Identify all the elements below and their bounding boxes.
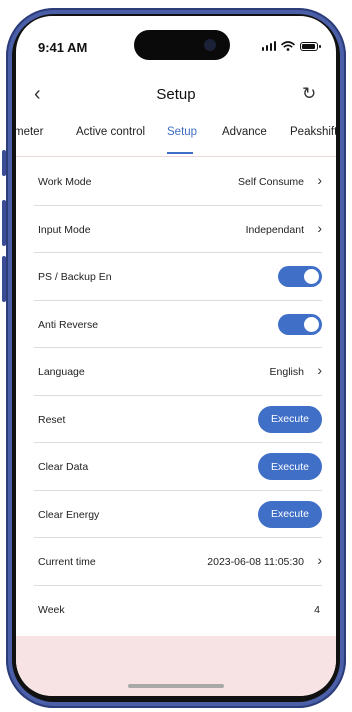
setting-label: Work Mode [38,176,92,188]
setting-value: English [269,366,304,378]
setting-label: Week [38,603,65,616]
navigation-bar: ‹ Setup ↻ [16,74,336,114]
setting-label: Clear Energy [38,508,100,521]
battery-icon [300,42,321,51]
side-button-volume-up [2,200,6,246]
tab-meter[interactable]: meter [16,126,43,138]
dynamic-island [134,30,230,60]
side-button-volume-down [2,256,6,302]
chevron-right-icon: › [317,362,322,378]
setting-label: Reset [38,413,66,426]
setting-row-clear-data: Clear Data Execute [16,443,336,491]
tab-setup[interactable]: Setup [167,126,197,138]
tab-bar: meter Active control Setup Advance Peaks… [16,114,336,157]
refresh-icon[interactable]: ↻ [302,84,322,104]
setting-value: 2023-06-08 11:05:30 [207,556,304,568]
tab-active-control[interactable]: Active control [76,126,145,138]
toggle-knob [304,316,319,332]
setting-label: Clear Data [38,461,89,473]
setting-row-language[interactable]: Language English › [16,348,336,396]
chevron-right-icon: › [317,552,322,568]
setting-row-anti-reverse: Anti Reverse [16,301,336,349]
tab-peakshift[interactable]: Peakshift [290,126,336,138]
setting-row-work-mode[interactable]: Work Mode Self Consume › [16,158,336,206]
anti-reverse-toggle[interactable] [278,313,322,335]
setting-row-input-mode[interactable]: Input Mode Independant › [16,206,336,254]
setting-row-current-time[interactable]: Current time 2023-06-08 11:05:30 › [16,538,336,586]
reset-execute-button[interactable]: Execute [258,405,322,433]
wifi-icon [281,41,295,51]
setting-label: Current time [38,556,96,568]
page-title: Setup [156,86,196,103]
settings-list: Work Mode Self Consume › Input Mode Inde… [16,158,336,633]
chevron-right-icon: › [317,219,322,236]
setting-row-clear-energy: Clear Energy Execute [16,491,336,539]
app-screen: 9:41 AM ‹ Setup ↻ meter Active control S… [16,16,336,696]
status-time: 9:41 AM [38,40,88,55]
ps-backup-toggle[interactable] [278,266,322,287]
setting-value: Independant [245,223,304,236]
setting-label: Anti Reverse [38,318,99,331]
home-indicator[interactable] [128,684,224,688]
active-tab-indicator [167,152,193,154]
clear-data-execute-button[interactable]: Execute [258,453,322,480]
clear-energy-execute-button[interactable]: Execute [258,500,322,528]
side-button-action [2,150,6,176]
setting-row-week: Week 4 [16,586,336,634]
toggle-knob [304,269,319,284]
camera-icon [204,39,216,51]
signal-icon [261,41,276,51]
setting-value: 4 [314,603,320,616]
setting-row-ps-backup: PS / Backup En [16,253,336,301]
setting-row-reset: Reset Execute [16,396,336,444]
status-bar: 9:41 AM [16,16,336,72]
status-icons [261,41,321,51]
tab-advance[interactable]: Advance [222,126,267,138]
setting-label: Language [38,366,85,378]
setting-label: PS / Backup En [38,271,112,283]
setting-value: Self Consume [238,176,304,188]
setting-label: Input Mode [38,223,91,236]
chevron-right-icon: › [317,172,322,188]
